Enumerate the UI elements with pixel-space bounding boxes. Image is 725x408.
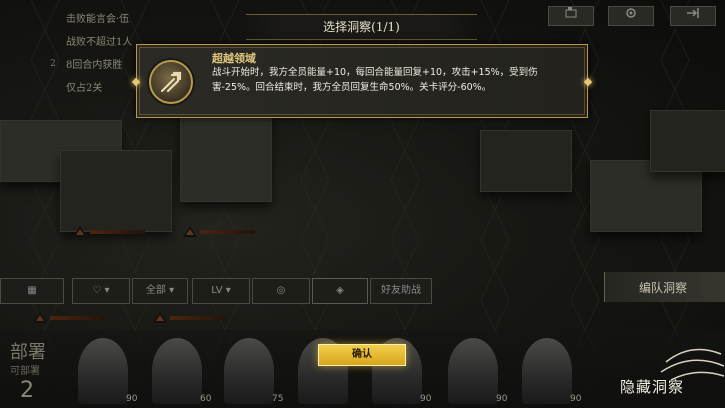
character-level: 90: [496, 394, 508, 404]
filter-bar: ▦ ♡ ▾ 全部 ▾ LV ▾ ◎ ◈ 好友助战: [0, 278, 600, 304]
hide-insight-button[interactable]: 隐藏洞察: [606, 332, 725, 408]
deploy-count: 2: [20, 378, 34, 403]
character-level: 75: [272, 394, 284, 404]
character-level: 90: [126, 394, 138, 404]
dialog-title: 选择洞察(1/1): [246, 14, 477, 40]
character-portrait[interactable]: [224, 338, 274, 404]
insight-description: 战斗开始时，我方全员能量+10，每回合能量回复+10，攻击+15%，受到伤害-2…: [212, 67, 538, 93]
objective-item: 仅占2关: [66, 83, 103, 94]
team-icon[interactable]: [548, 6, 594, 26]
exit-icon[interactable]: [670, 6, 716, 26]
grid-view-icon[interactable]: ▦: [0, 278, 64, 304]
objective-item: 2 8回合内获胜: [50, 58, 123, 72]
insight-name: 超越领域: [212, 52, 256, 65]
element-filter-icon[interactable]: ◎: [252, 278, 310, 304]
character-level: 90: [420, 394, 432, 404]
squad-insight-button[interactable]: 编队洞察: [604, 272, 725, 302]
character-portrait[interactable]: [78, 338, 128, 404]
friend-support-button[interactable]: 好友助战: [370, 278, 432, 304]
role-filter-icon[interactable]: ◈: [312, 278, 368, 304]
insight-card[interactable]: 超越领域 战斗开始时，我方全员能量+10，每回合能量回复+10，攻击+15%，受…: [131, 44, 593, 118]
confirm-button[interactable]: 确认: [318, 344, 406, 366]
character-portrait[interactable]: [152, 338, 202, 404]
insight-emblem-icon: [149, 60, 193, 104]
character-level: 60: [200, 394, 212, 404]
favorite-filter-icon[interactable]: ♡ ▾: [72, 278, 130, 304]
character-portrait[interactable]: [522, 338, 572, 404]
deploy-label: 部署: [10, 342, 46, 363]
sort-dropdown[interactable]: 全部 ▾: [132, 278, 188, 304]
objective-list: 击败能言会·伍 战败不超过1人 2 8回合内获胜 仅占2关: [48, 6, 132, 98]
character-portrait[interactable]: [448, 338, 498, 404]
level-dropdown[interactable]: LV ▾: [192, 278, 250, 304]
settings-icon[interactable]: [608, 6, 654, 26]
character-level: 90: [570, 394, 582, 404]
deploy-available-label: 可部署: [10, 366, 40, 377]
objective-item: 击败能言会·伍: [66, 14, 130, 25]
objective-item: 战败不超过1人: [66, 37, 133, 48]
